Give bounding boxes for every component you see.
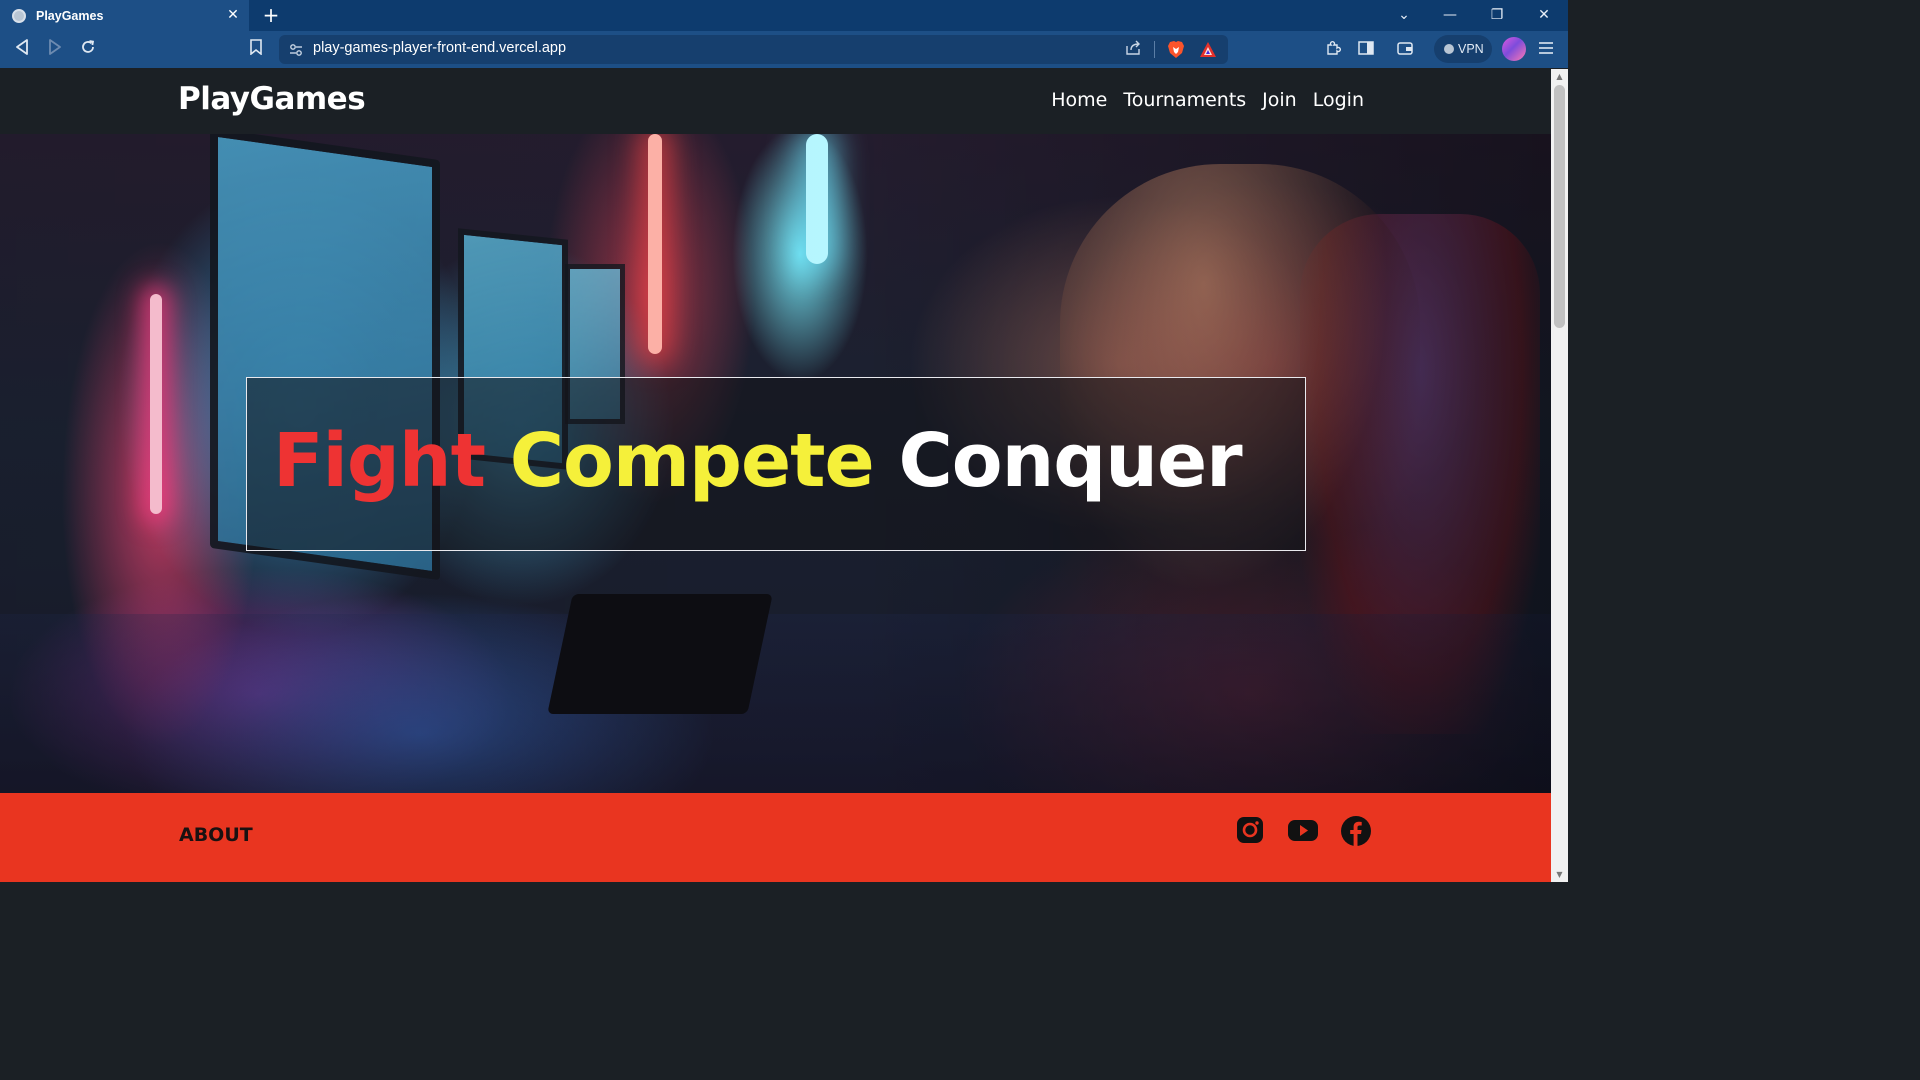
site-settings-icon[interactable] bbox=[289, 42, 303, 56]
back-button[interactable] bbox=[11, 39, 33, 61]
vpn-status-icon bbox=[1444, 44, 1454, 54]
close-tab-icon[interactable]: ✕ bbox=[224, 6, 242, 24]
web-page: PlayGames Home Tournaments Join Login Fi… bbox=[0, 69, 1551, 882]
forward-button[interactable] bbox=[44, 39, 66, 61]
facebook-icon[interactable] bbox=[1340, 815, 1372, 847]
scroll-down-arrow-icon[interactable]: ▼ bbox=[1555, 870, 1564, 879]
hero-tagline: Fight Compete Conquer bbox=[273, 418, 1243, 504]
tagline-word-compete: Compete bbox=[509, 418, 875, 504]
wallet-icon[interactable] bbox=[1395, 40, 1415, 60]
site-footer: ABOUT bbox=[0, 793, 1551, 882]
brave-shields-icon[interactable] bbox=[1167, 40, 1185, 59]
tagline-word-fight: Fight bbox=[273, 418, 486, 504]
restore-window-button[interactable]: ❐ bbox=[1474, 0, 1520, 31]
bookmark-icon[interactable] bbox=[245, 39, 267, 61]
scrollbar-thumb[interactable] bbox=[1554, 85, 1565, 328]
share-icon[interactable] bbox=[1125, 40, 1143, 58]
hero-banner-image: Fight Compete Conquer bbox=[0, 134, 1551, 793]
page-scrollbar[interactable]: ▲ ▼ bbox=[1551, 69, 1568, 882]
url-text[interactable]: play-games-player-front-end.vercel.app bbox=[313, 40, 566, 56]
extensions-puzzle-icon[interactable] bbox=[1323, 40, 1343, 60]
about-link[interactable]: ABOUT bbox=[179, 824, 253, 846]
new-tab-button[interactable]: + bbox=[260, 4, 282, 26]
youtube-icon[interactable] bbox=[1287, 815, 1319, 847]
nav-link-home[interactable]: Home bbox=[1051, 89, 1107, 111]
scroll-up-arrow-icon[interactable]: ▲ bbox=[1555, 72, 1564, 81]
site-navbar: PlayGames Home Tournaments Join Login bbox=[0, 69, 1551, 134]
globe-icon bbox=[12, 8, 26, 23]
vpn-button[interactable]: VPN bbox=[1434, 35, 1492, 63]
tab-list-chevron-down-icon[interactable]: ⌄ bbox=[1381, 0, 1427, 31]
close-window-button[interactable]: ✕ bbox=[1521, 0, 1567, 31]
nav-link-join[interactable]: Join bbox=[1262, 89, 1297, 111]
hero-tagline-box: Fight Compete Conquer bbox=[246, 377, 1306, 551]
menu-hamburger-icon[interactable] bbox=[1536, 40, 1556, 60]
sidebar-icon[interactable] bbox=[1356, 40, 1376, 60]
profile-avatar[interactable] bbox=[1502, 37, 1526, 61]
site-logo[interactable]: PlayGames bbox=[178, 81, 366, 117]
tagline-word-conquer: Conquer bbox=[898, 418, 1242, 504]
address-bar-divider bbox=[1154, 41, 1155, 58]
nav-link-login[interactable]: Login bbox=[1313, 89, 1364, 111]
nav-link-tournaments[interactable]: Tournaments bbox=[1123, 89, 1246, 111]
browser-toolbar: play-games-player-front-end.vercel.app V… bbox=[0, 31, 1568, 68]
address-bar[interactable]: play-games-player-front-end.vercel.app bbox=[279, 35, 1228, 64]
reload-button[interactable] bbox=[77, 39, 99, 61]
instagram-icon[interactable] bbox=[1235, 815, 1267, 847]
browser-tab-active[interactable]: PlayGames ✕ bbox=[0, 0, 249, 31]
brave-rewards-icon[interactable] bbox=[1199, 41, 1217, 58]
vpn-label: VPN bbox=[1458, 42, 1484, 56]
tab-title: PlayGames bbox=[36, 8, 104, 23]
browser-tab-strip: PlayGames ✕ + ⌄ — ❐ ✕ bbox=[0, 0, 1568, 31]
nav-links: Home Tournaments Join Login bbox=[1051, 89, 1364, 111]
minimize-window-button[interactable]: — bbox=[1427, 0, 1473, 31]
